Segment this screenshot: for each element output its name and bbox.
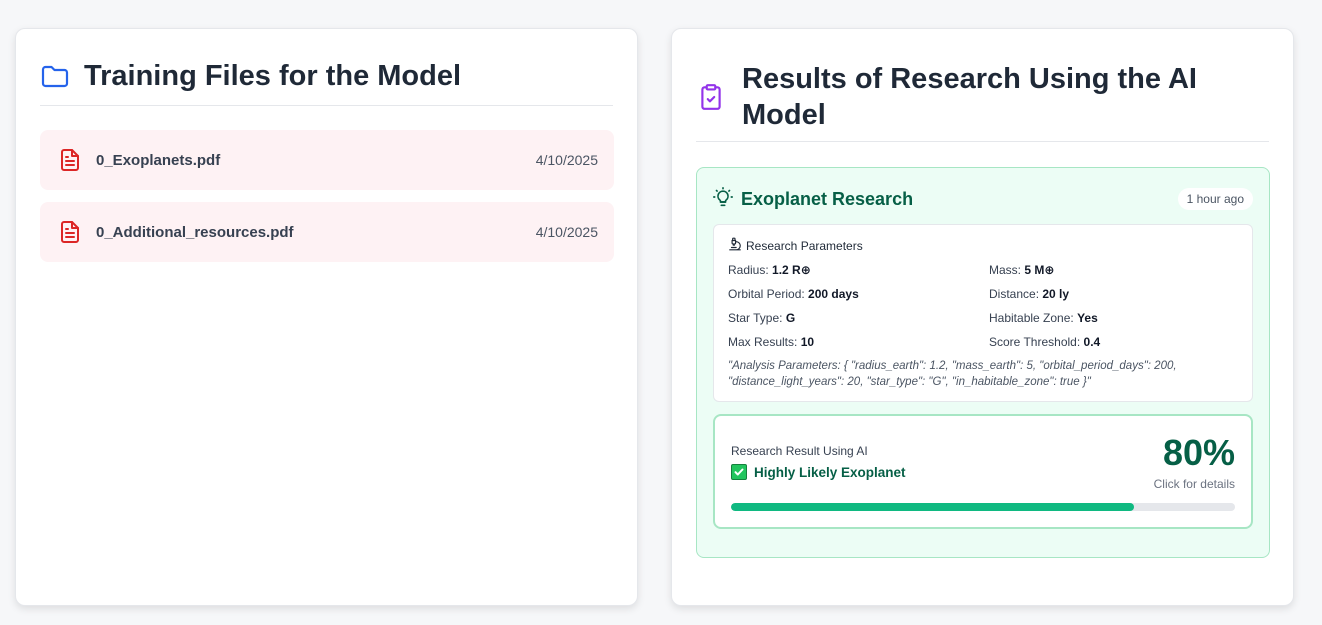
param-label: Score Threshold:: [989, 335, 1081, 349]
result-score: 80%: [1162, 432, 1235, 473]
research-card-header: Exoplanet Research 1 hour ago: [713, 184, 1253, 214]
folder-icon: [40, 61, 70, 91]
param-habitable-zone: Habitable Zone: Yes: [989, 311, 1098, 325]
result-label: Research Result Using AI: [731, 444, 868, 458]
training-files-header: Training Files for the Model: [40, 53, 613, 106]
param-star-type: Star Type: G: [728, 311, 795, 325]
param-value: 1.2 R⊕: [772, 263, 811, 277]
research-results-header: Results of Research Using the AI Model: [696, 53, 1269, 142]
param-mass: Mass: 5 M⊕: [989, 263, 1054, 277]
lightbulb-icon: [713, 186, 733, 212]
file-date: 4/10/2025: [535, 224, 598, 240]
click-for-details-hint: Click for details: [1153, 477, 1235, 491]
param-distance: Distance: 20 ly: [989, 287, 1069, 301]
param-radius: Radius: 1.2 R⊕: [728, 263, 811, 277]
param-max-results: Max Results: 10: [728, 335, 814, 349]
param-label: Orbital Period:: [728, 287, 805, 301]
training-files-title: Training Files for the Model: [84, 60, 462, 92]
result-verdict: Highly Likely Exoplanet: [731, 464, 906, 480]
param-label: Max Results:: [728, 335, 798, 349]
file-item[interactable]: 0_Additional_resources.pdf 4/10/2025: [40, 202, 614, 262]
param-label: Star Type:: [728, 311, 783, 325]
research-parameters-box: Research Parameters Radius: 1.2 R⊕ Mass:…: [713, 224, 1253, 402]
param-label: Mass:: [989, 263, 1022, 277]
result-verdict-text: Highly Likely Exoplanet: [754, 464, 906, 480]
timestamp-badge: 1 hour ago: [1177, 188, 1253, 210]
param-value: 200 days: [808, 287, 859, 301]
research-card[interactable]: Exoplanet Research 1 hour ago Research P…: [696, 167, 1270, 558]
score-progress-bar: [731, 503, 1235, 511]
param-value: G: [785, 311, 796, 325]
research-parameters-heading: Research Parameters: [728, 237, 863, 254]
param-value: 10: [800, 335, 815, 349]
training-files-panel: Training Files for the Model 0_Exoplanet…: [15, 28, 638, 606]
file-icon: [58, 220, 82, 244]
microscope-icon: [728, 237, 742, 254]
param-value: 20 ly: [1042, 287, 1070, 301]
param-label: Distance:: [989, 287, 1040, 301]
research-results-title: Results of Research Using the AI Model: [742, 63, 1197, 131]
file-icon: [58, 148, 82, 172]
file-name: 0_Additional_resources.pdf: [96, 223, 294, 241]
param-value: 0.4: [1083, 335, 1101, 349]
param-score-threshold: Score Threshold: 0.4: [989, 335, 1100, 349]
file-name: 0_Exoplanets.pdf: [96, 151, 221, 169]
research-parameters-label: Research Parameters: [746, 238, 863, 253]
score-progress-fill: [731, 503, 1135, 511]
research-result-box[interactable]: Research Result Using AI Highly Likely E…: [713, 414, 1253, 529]
check-mark-icon: [731, 464, 747, 480]
param-label: Habitable Zone:: [989, 311, 1074, 325]
research-card-title: Exoplanet Research: [741, 188, 914, 209]
analysis-parameters-note: "Analysis Parameters: { "radius_earth": …: [728, 360, 1177, 388]
param-value: Yes: [1077, 311, 1098, 325]
file-date: 4/10/2025: [535, 152, 598, 168]
param-label: Radius:: [728, 263, 769, 277]
param-orbital-period: Orbital Period: 200 days: [728, 287, 859, 301]
param-value: 5 M⊕: [1024, 263, 1055, 277]
research-results-panel: Results of Research Using the AI Model E…: [671, 28, 1294, 606]
file-item[interactable]: 0_Exoplanets.pdf 4/10/2025: [40, 130, 614, 190]
clipboard-check-icon: [696, 82, 726, 112]
